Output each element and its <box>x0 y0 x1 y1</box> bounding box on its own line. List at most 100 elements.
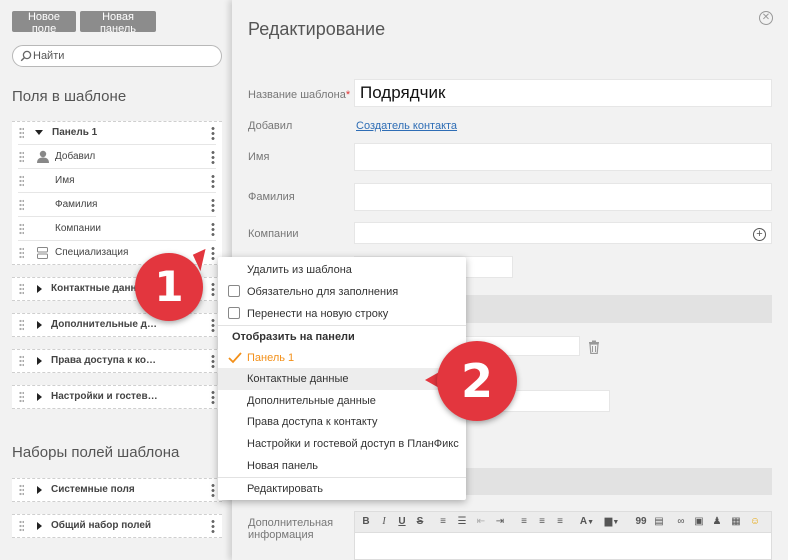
more-menu-icon[interactable] <box>211 150 215 164</box>
list-field-icon <box>37 247 48 259</box>
panel-header[interactable]: Права доступа к ко… <box>12 349 222 373</box>
menu-panel-additional-data[interactable]: Дополнительные данные <box>218 390 466 412</box>
template-name-field[interactable] <box>354 79 772 107</box>
field-set-title: Общий набор полей <box>51 520 152 531</box>
field-row-last-name[interactable]: Фамилия <box>12 193 222 217</box>
author-link[interactable]: Создатель контакта <box>356 120 457 132</box>
align-left-icon[interactable]: ≡ <box>517 515 531 529</box>
quote-button[interactable]: 99 <box>634 515 648 529</box>
strikethrough-button[interactable]: S <box>414 515 426 529</box>
expand-triangle-icon[interactable] <box>37 285 42 293</box>
menu-panel-settings-guest[interactable]: Настройки и гостевой доступ в ПланФикс <box>218 433 466 455</box>
more-menu-icon[interactable] <box>211 198 215 212</box>
expand-triangle-icon[interactable] <box>37 486 42 494</box>
expand-triangle-icon[interactable] <box>37 393 42 401</box>
panel-1-header[interactable]: Панель 1 <box>12 121 222 145</box>
more-menu-icon[interactable] <box>211 483 215 497</box>
required-checkbox[interactable] <box>228 285 240 297</box>
numbered-list-icon[interactable]: ≡ <box>436 515 450 529</box>
close-icon[interactable]: ✕ <box>759 11 773 25</box>
bold-button[interactable]: B <box>360 515 372 529</box>
link-icon[interactable]: ∞ <box>674 515 688 529</box>
menu-item-required[interactable]: Обязательно для заполнения <box>218 281 466 303</box>
outdent-icon[interactable]: ⇤ <box>474 515 488 529</box>
collapse-triangle-icon[interactable] <box>35 130 43 135</box>
menu-item-remove[interactable]: Удалить из шаблона <box>218 259 466 281</box>
drag-handle-icon[interactable] <box>19 319 24 331</box>
more-menu-icon[interactable] <box>211 354 215 368</box>
panel-additional-data[interactable]: Дополнительные д… <box>12 313 222 337</box>
field-row-author[interactable]: Добавил <box>12 145 222 169</box>
menu-panel-1[interactable]: Панель 1 <box>218 347 466 369</box>
panel-header[interactable]: Дополнительные д… <box>12 313 222 337</box>
panel-settings-guest[interactable]: Настройки и гостев… <box>12 385 222 409</box>
extra-info-editor[interactable] <box>354 533 772 560</box>
expand-triangle-icon[interactable] <box>37 321 42 329</box>
new-field-button[interactable]: Новое поле <box>12 11 76 35</box>
companies-field[interactable]: + <box>354 222 772 244</box>
first-name-label: Имя <box>248 151 270 163</box>
fields-section-title: Поля в шаблоне <box>12 88 127 105</box>
drag-handle-icon[interactable] <box>19 223 24 235</box>
font-color-button[interactable]: A▼ <box>577 515 597 529</box>
menu-panel-new[interactable]: Новая панель <box>218 455 466 477</box>
search-input[interactable] <box>33 48 213 64</box>
drag-handle-icon[interactable] <box>19 199 24 211</box>
drag-handle-icon[interactable] <box>19 247 24 259</box>
menu-item-edit[interactable]: Редактировать <box>218 478 466 500</box>
new-panel-button[interactable]: Новая панель <box>80 11 156 35</box>
field-row-first-name[interactable]: Имя <box>12 169 222 193</box>
code-icon[interactable]: ▤ <box>652 515 666 529</box>
drag-handle-icon[interactable] <box>19 484 24 496</box>
drag-handle-icon[interactable] <box>19 175 24 187</box>
panel-header[interactable]: Настройки и гостев… <box>12 385 222 409</box>
expand-triangle-icon[interactable] <box>37 357 42 365</box>
highlight-color-icon[interactable]: ▆▼ <box>601 515 623 529</box>
more-menu-icon[interactable] <box>211 246 215 260</box>
emoji-icon[interactable]: ☺ <box>748 515 762 529</box>
drag-handle-icon[interactable] <box>19 283 24 295</box>
more-menu-icon[interactable] <box>211 519 215 533</box>
more-menu-icon[interactable] <box>211 174 215 188</box>
align-center-icon[interactable]: ≡ <box>535 515 549 529</box>
indent-icon[interactable]: ⇥ <box>493 515 507 529</box>
align-right-icon[interactable]: ≡ <box>553 515 567 529</box>
menu-item-label: Редактировать <box>247 483 323 495</box>
more-menu-icon[interactable] <box>211 126 215 140</box>
drag-handle-icon[interactable] <box>19 355 24 367</box>
step-badge-1: 1 <box>135 253 203 321</box>
table-icon[interactable]: ▦ <box>729 515 743 529</box>
more-menu-icon[interactable] <box>211 390 215 404</box>
author-label: Добавил <box>248 120 293 132</box>
last-name-label: Фамилия <box>248 191 295 203</box>
expand-triangle-icon[interactable] <box>37 522 42 530</box>
more-menu-icon[interactable] <box>211 318 215 332</box>
field-set-header[interactable]: Общий набор полей <box>12 514 222 538</box>
first-name-field[interactable] <box>354 143 772 171</box>
menu-item-label: Перенести на новую строку <box>247 308 389 320</box>
menu-panel-access-rights[interactable]: Права доступа к контакту <box>218 411 466 433</box>
add-circle-icon[interactable]: + <box>753 228 766 241</box>
more-menu-icon[interactable] <box>211 282 215 296</box>
field-row-companies[interactable]: Компании <box>12 217 222 241</box>
bullet-list-icon[interactable]: ☰ <box>455 515 469 529</box>
image-icon[interactable]: ▣ <box>692 515 706 529</box>
last-name-field[interactable] <box>354 183 772 211</box>
new-line-checkbox[interactable] <box>228 307 240 319</box>
drag-handle-icon[interactable] <box>19 520 24 532</box>
panel-access-rights[interactable]: Права доступа к ко… <box>12 349 222 373</box>
drag-handle-icon[interactable] <box>19 127 24 139</box>
drag-handle-icon[interactable] <box>19 151 24 163</box>
field-set-system[interactable]: Системные поля <box>12 478 222 502</box>
menu-item-new-line[interactable]: Перенести на новую строку <box>218 303 466 325</box>
field-set-common[interactable]: Общий набор полей <box>12 514 222 538</box>
more-menu-icon[interactable] <box>211 222 215 236</box>
user-mention-icon[interactable]: ♟ <box>710 515 724 529</box>
underline-button[interactable]: U <box>396 515 408 529</box>
field-set-header[interactable]: Системные поля <box>12 478 222 502</box>
italic-button[interactable]: I <box>378 515 390 529</box>
trash-icon[interactable] <box>587 340 601 354</box>
template-name-input[interactable] <box>355 80 771 106</box>
panel-1-title: Панель 1 <box>52 127 98 138</box>
drag-handle-icon[interactable] <box>19 391 24 403</box>
